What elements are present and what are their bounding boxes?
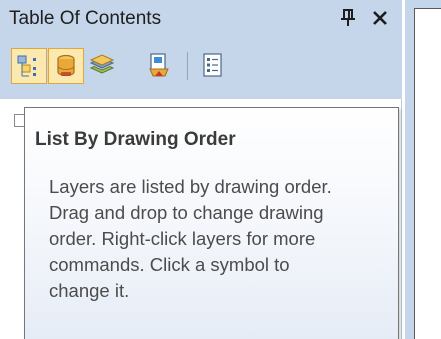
options-button[interactable]	[196, 48, 232, 84]
panel-title: Table Of Contents	[9, 8, 162, 29]
map-frame	[405, 0, 441, 339]
list-by-visibility-button[interactable]	[85, 48, 121, 84]
tooltip-line: order. Right-click layers for more	[49, 228, 316, 249]
arcmap-window: Table Of Contents List By Drawing Order …	[0, 0, 441, 339]
list-by-source-button[interactable]	[48, 48, 84, 84]
tooltip: List By Drawing Order Layers are listed …	[24, 107, 399, 339]
panel-title-bar[interactable]: Table Of Contents	[0, 0, 402, 37]
map-display[interactable]	[414, 8, 441, 339]
toc-toolbar	[0, 37, 402, 99]
tooltip-title: List By Drawing Order	[35, 129, 236, 150]
close-icon[interactable]	[369, 7, 391, 29]
tooltip-body: Layers are listed by drawing order. Drag…	[49, 174, 394, 304]
list-by-drawing-order-button[interactable]	[11, 48, 47, 84]
tooltip-line: Layers are listed by drawing order.	[49, 176, 332, 197]
list-by-selection-button[interactable]	[142, 48, 178, 84]
pin-icon[interactable]	[338, 7, 358, 29]
tooltip-line: change it.	[49, 280, 130, 301]
tooltip-line: commands. Click a symbol to	[49, 254, 290, 275]
tooltip-line: Drag and drop to change drawing	[49, 202, 324, 223]
toolbar-separator	[187, 52, 188, 80]
